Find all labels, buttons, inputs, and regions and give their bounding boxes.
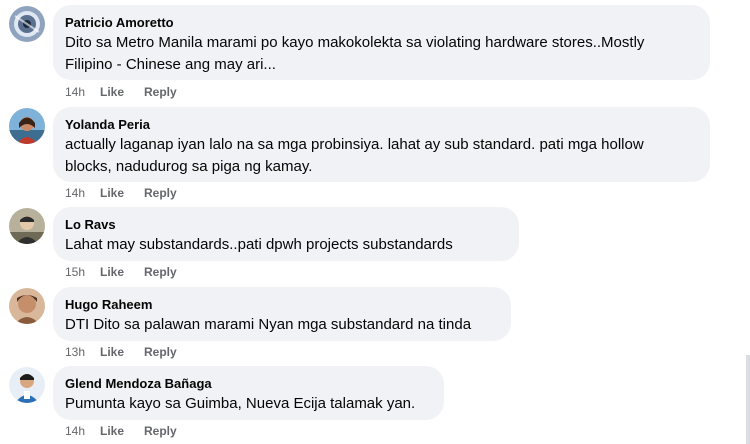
reply-button[interactable]: Reply: [144, 423, 177, 439]
comment-bubble: Patricio Amoretto Dito sa Metro Manila m…: [53, 5, 710, 80]
comment-timestamp[interactable]: 14h: [65, 423, 100, 439]
like-button[interactable]: Like: [100, 344, 144, 360]
avatar[interactable]: [9, 208, 45, 244]
comment-author[interactable]: Lo Ravs: [65, 216, 507, 233]
avatar[interactable]: [9, 108, 45, 144]
comment-text: Lahat may substandards..pati dpwh projec…: [65, 236, 453, 253]
reply-button[interactable]: Reply: [144, 264, 177, 280]
reply-button[interactable]: Reply: [144, 344, 177, 360]
reply-button[interactable]: Reply: [144, 84, 177, 100]
comment-text: Pumunta kayo sa Guimba, Nueva Ecija tala…: [65, 395, 416, 412]
comment-bubble: Lo Ravs Lahat may substandards..pati dpw…: [53, 207, 519, 261]
comment-actions: 13h Like Reply: [65, 344, 177, 360]
comment-actions: 14h Like Reply: [65, 423, 177, 439]
avatar[interactable]: [9, 6, 45, 42]
comment-text: actually laganap iyan lalo na sa mga pro…: [65, 136, 644, 175]
comment-timestamp[interactable]: 15h: [65, 264, 100, 280]
reply-button[interactable]: Reply: [144, 185, 177, 201]
comment-author[interactable]: Glend Mendoza Bañaga: [65, 375, 432, 392]
like-button[interactable]: Like: [100, 84, 144, 100]
comment-actions: 14h Like Reply: [65, 84, 177, 100]
like-button[interactable]: Like: [100, 264, 144, 280]
comment-author[interactable]: Yolanda Peria: [65, 116, 698, 133]
comment-actions: 15h Like Reply: [65, 264, 177, 280]
comment-bubble: Hugo Raheem DTI Dito sa palawan marami N…: [53, 287, 511, 341]
comment-timestamp[interactable]: 14h: [65, 185, 100, 201]
like-button[interactable]: Like: [100, 185, 144, 201]
comment-author[interactable]: Hugo Raheem: [65, 296, 499, 313]
comment-feed: Patricio Amoretto Dito sa Metro Manila m…: [0, 0, 750, 444]
comment-bubble: Glend Mendoza Bañaga Pumunta kayo sa Gui…: [53, 366, 444, 420]
avatar[interactable]: [9, 367, 45, 403]
like-button[interactable]: Like: [100, 423, 144, 439]
comment-text: DTI Dito sa palawan marami Nyan mga subs…: [65, 316, 472, 333]
comment-author[interactable]: Patricio Amoretto: [65, 14, 698, 31]
avatar[interactable]: [9, 288, 45, 324]
comment-timestamp[interactable]: 13h: [65, 344, 100, 360]
comment-timestamp[interactable]: 14h: [65, 84, 100, 100]
comment-bubble: Yolanda Peria actually laganap iyan lalo…: [53, 107, 710, 182]
scrollbar-track[interactable]: [746, 355, 750, 444]
comment-actions: 14h Like Reply: [65, 185, 177, 201]
comment-text: Dito sa Metro Manila marami po kayo mako…: [65, 34, 645, 73]
